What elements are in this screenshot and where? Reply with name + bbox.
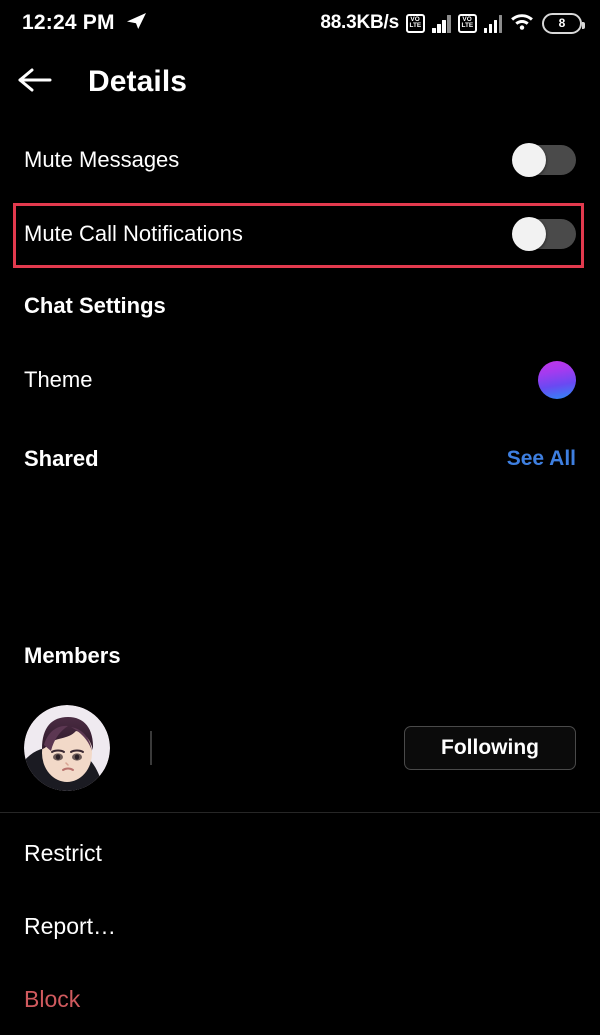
mute-messages-toggle[interactable]	[512, 143, 576, 177]
volte-icon-sim2: VO LTE	[457, 13, 477, 33]
volte-bottom-label-2: LTE	[461, 22, 473, 29]
status-bar-right: 88.3KB/s VO LTE VO LTE 8	[320, 10, 585, 36]
block-label: Block	[24, 985, 81, 1012]
action-restrict[interactable]: Restrict	[0, 835, 600, 871]
status-bar-clock: 12:24 PM	[22, 11, 115, 34]
mute-call-notifications-label: Mute Call Notifications	[24, 221, 243, 246]
chat-settings-title: Chat Settings	[24, 293, 166, 318]
status-bar-left: 12:24 PM	[22, 9, 149, 38]
members-title: Members	[24, 643, 121, 668]
battery-indicator: 8	[542, 12, 585, 34]
toggle-knob	[512, 217, 546, 251]
following-button[interactable]: Following	[404, 726, 576, 770]
action-block[interactable]: Block	[0, 981, 600, 1017]
theme-gradient-circle-icon[interactable]	[538, 361, 576, 399]
page-title: Details	[88, 65, 188, 98]
details-screen: 12:24 PM 88.3KB/s VO LTE VO LTE 8 Detail…	[0, 0, 600, 1035]
see-all-link[interactable]: See All	[507, 447, 576, 471]
theme-label: Theme	[24, 367, 93, 392]
report-label: Report…	[24, 912, 117, 939]
status-bar: 12:24 PM 88.3KB/s VO LTE VO LTE 8	[0, 0, 600, 46]
mute-messages-label: Mute Messages	[24, 147, 180, 172]
section-header-shared: Shared See All	[0, 441, 600, 477]
wifi-icon	[509, 10, 535, 36]
shared-title: Shared	[24, 446, 99, 471]
row-mute-call-notifications[interactable]: Mute Call Notifications	[0, 210, 600, 258]
back-button[interactable]	[0, 46, 70, 118]
section-header-chat-settings: Chat Settings	[0, 288, 600, 324]
section-divider	[0, 812, 600, 813]
page-header: Details	[0, 46, 600, 118]
toggle-knob	[512, 143, 546, 177]
action-report[interactable]: Report…	[0, 908, 600, 944]
network-speed-label: 88.3KB/s	[320, 12, 399, 33]
volte-bottom-label: LTE	[409, 22, 422, 29]
member-list-item[interactable]: Following	[0, 704, 600, 792]
paper-plane-icon	[125, 9, 149, 38]
volte-icon-sim1: VO LTE	[406, 13, 425, 33]
signal-bars-icon-sim1	[432, 14, 451, 33]
signal-bars-icon-sim2	[483, 14, 502, 33]
user-avatar-anime-icon[interactable]	[24, 705, 110, 791]
battery-level-label: 8	[558, 16, 566, 30]
restrict-label: Restrict	[24, 839, 102, 866]
row-theme[interactable]: Theme	[0, 360, 600, 400]
row-mute-messages[interactable]: Mute Messages	[0, 136, 600, 184]
mute-call-notifications-toggle[interactable]	[512, 217, 576, 251]
section-header-members: Members	[0, 638, 600, 674]
arrow-left-icon	[16, 65, 54, 100]
member-username	[150, 731, 152, 765]
